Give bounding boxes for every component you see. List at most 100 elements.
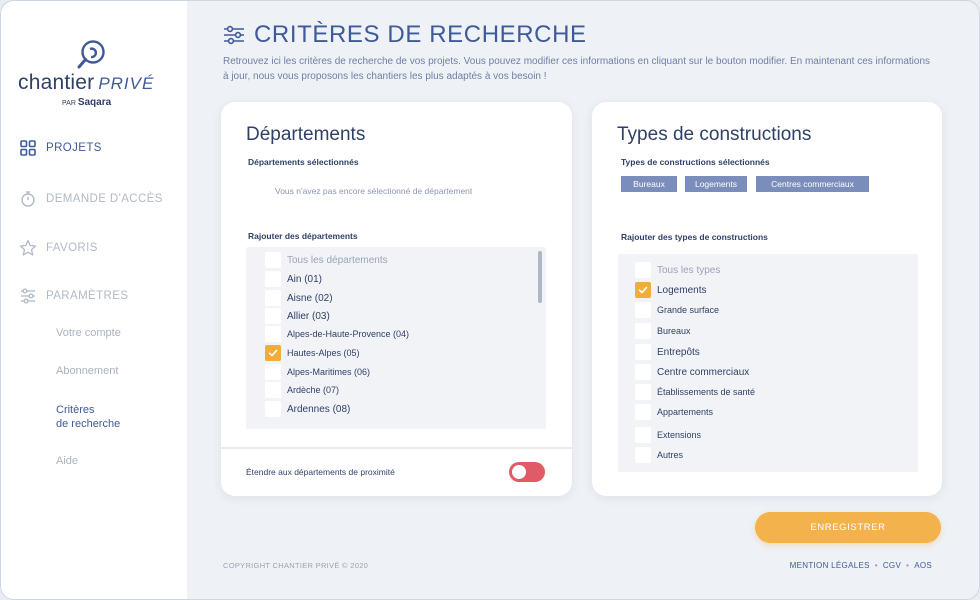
construction-tag[interactable]: Centres commerciaux [756, 176, 869, 192]
footer-separator: • [906, 561, 910, 570]
construction-tag[interactable]: Bureaux [621, 176, 677, 192]
constructions-listbox[interactable]: Tous les types Logements Grande surface … [618, 254, 918, 472]
checkbox[interactable] [265, 382, 281, 398]
checkbox-checked[interactable] [635, 282, 651, 298]
checkbox[interactable] [635, 262, 651, 278]
sliders-icon [224, 25, 244, 45]
logo-by-brand: Saqara [77, 97, 112, 108]
checkbox[interactable] [265, 401, 281, 417]
departements-listbox[interactable]: Tous les départements Ain (01) Aisne (02… [246, 247, 546, 429]
sidebar-item-parametres[interactable]: PARAMÈTRES [19, 287, 128, 305]
departement-option-label: Ardèche (07) [287, 385, 340, 395]
departement-option[interactable]: Alpes-de-Haute-Provence (04) [265, 326, 409, 342]
constructions-card: Types de constructions Types de construc… [592, 102, 942, 496]
logo-by-prefix: PAR [62, 100, 76, 107]
constructions-title: Types de constructions [617, 124, 812, 145]
page-title: CRITÈRES DE RECHERCHE [223, 21, 587, 49]
app-window: chantier PRIVÉ PAR Saqara PROJETS DEMANDE… [0, 0, 980, 600]
checkbox[interactable] [265, 271, 281, 287]
proximity-label: Étendre aux départements de proximité [246, 467, 395, 477]
construction-option[interactable]: Entrepôts [635, 344, 700, 360]
save-button[interactable]: ENREGISTRER [755, 512, 941, 543]
departement-option-label: Aisne (02) [287, 292, 333, 304]
departement-option[interactable]: Alpes-Maritimes (06) [265, 364, 370, 380]
departement-option[interactable]: Ain (01) [265, 271, 322, 287]
subnav-criteres-de-recherche[interactable]: Critères de recherche [56, 403, 120, 431]
subnav-abonnement[interactable]: Abonnement [56, 364, 118, 378]
construction-option[interactable]: Centre commerciaux [635, 364, 749, 380]
sidebar-item-demande-acces[interactable]: DEMANDE D'ACCÈS [19, 190, 163, 208]
construction-option-label: Extensions [657, 430, 702, 440]
checkbox[interactable] [265, 308, 281, 324]
page-title-text: CRITÈRES DE RECHERCHE [254, 21, 587, 48]
construction-option[interactable]: Extensions [635, 427, 701, 443]
departement-option-label: Ardennes (08) [287, 403, 351, 415]
departements-title: Départements [246, 124, 366, 145]
construction-option[interactable]: Autres [635, 447, 683, 463]
departement-option[interactable]: Aisne (02) [265, 290, 333, 306]
departement-option[interactable]: Allier (03) [265, 308, 330, 324]
check-icon [638, 286, 648, 294]
page-intro: Retrouvez ici les critères de recherche … [223, 56, 931, 82]
timer-icon [19, 190, 37, 208]
checkbox[interactable] [635, 323, 651, 339]
construction-option[interactable]: Appartements [635, 404, 713, 420]
listbox-scrollbar[interactable] [538, 251, 542, 303]
sidebar-item-projets[interactable]: PROJETS [19, 139, 102, 157]
subnav-label-line1: Critères [56, 404, 95, 416]
construction-option[interactable]: Logements [635, 282, 706, 298]
checkbox[interactable] [635, 384, 651, 400]
departement-option-label: Alpes-Maritimes (06) [287, 367, 371, 377]
logo-name: chantier [18, 71, 95, 94]
construction-option-label: Tous les types [657, 264, 721, 276]
construction-option[interactable]: Établissements de santé [635, 384, 755, 400]
construction-option[interactable]: Grande surface [635, 302, 719, 318]
logo-wordmark[interactable]: chantier PRIVÉ [18, 71, 154, 95]
construction-option[interactable]: Bureaux [635, 323, 691, 339]
constructions-add-label: Rajouter des types de constructions [621, 232, 768, 242]
checkbox[interactable] [265, 364, 281, 380]
footer-link-mentions[interactable]: MENTION LÉGALES [790, 561, 870, 570]
construction-option-label: Entrepôts [657, 346, 700, 358]
construction-option-label: Grande surface [657, 305, 720, 315]
departement-option[interactable]: Ardèche (07) [265, 382, 339, 398]
footer-link-cgv[interactable]: CGV [883, 561, 901, 570]
sidebar-item-label: DEMANDE D'ACCÈS [46, 193, 163, 205]
card-divider [221, 447, 572, 449]
checkbox[interactable] [265, 252, 281, 268]
footer-link-aos[interactable]: AOS [914, 561, 932, 570]
proximity-toggle[interactable] [509, 462, 545, 482]
subnav-votre-compte[interactable]: Votre compte [56, 326, 121, 340]
subnav-aide[interactable]: Aide [56, 454, 78, 468]
construction-tag[interactable]: Logements [685, 176, 747, 192]
departements-add-label: Rajouter des départements [248, 231, 358, 241]
construction-option-label: Autres [657, 450, 684, 460]
departement-option[interactable]: Hautes-Alpes (05) [265, 345, 360, 361]
checkbox-checked[interactable] [265, 345, 281, 361]
grid-icon [19, 139, 37, 157]
sliders-icon [19, 287, 37, 305]
departements-card: Départements Départements sélectionnés V… [221, 102, 572, 496]
footer-links: MENTION LÉGALES • CGV • AOS [790, 561, 932, 570]
construction-option-label: Centre commerciaux [657, 366, 750, 378]
checkbox[interactable] [635, 427, 651, 443]
sidebar-item-favoris[interactable]: FAVORIS [19, 239, 98, 257]
checkbox[interactable] [265, 290, 281, 306]
construction-option[interactable]: Tous les types [635, 262, 720, 278]
checkbox[interactable] [635, 404, 651, 420]
sidebar: chantier PRIVÉ PAR Saqara PROJETS DEMANDE… [1, 1, 187, 599]
checkbox[interactable] [635, 447, 651, 463]
departement-option[interactable]: Ardennes (08) [265, 401, 350, 417]
copyright-text: COPYRIGHT CHANTIER PRIVÉ © 2020 [223, 561, 369, 570]
check-icon [268, 349, 278, 357]
checkbox[interactable] [635, 344, 651, 360]
checkbox[interactable] [635, 364, 651, 380]
logo-search-icon [77, 40, 105, 69]
departement-option-label: Tous les départements [287, 254, 388, 266]
subnav-label-line2: de recherche [56, 418, 121, 430]
construction-option-label: Bureaux [657, 326, 691, 336]
departement-option[interactable]: Tous les départements [265, 252, 388, 268]
sidebar-item-label: FAVORIS [46, 242, 98, 254]
checkbox[interactable] [265, 326, 281, 342]
checkbox[interactable] [635, 302, 651, 318]
